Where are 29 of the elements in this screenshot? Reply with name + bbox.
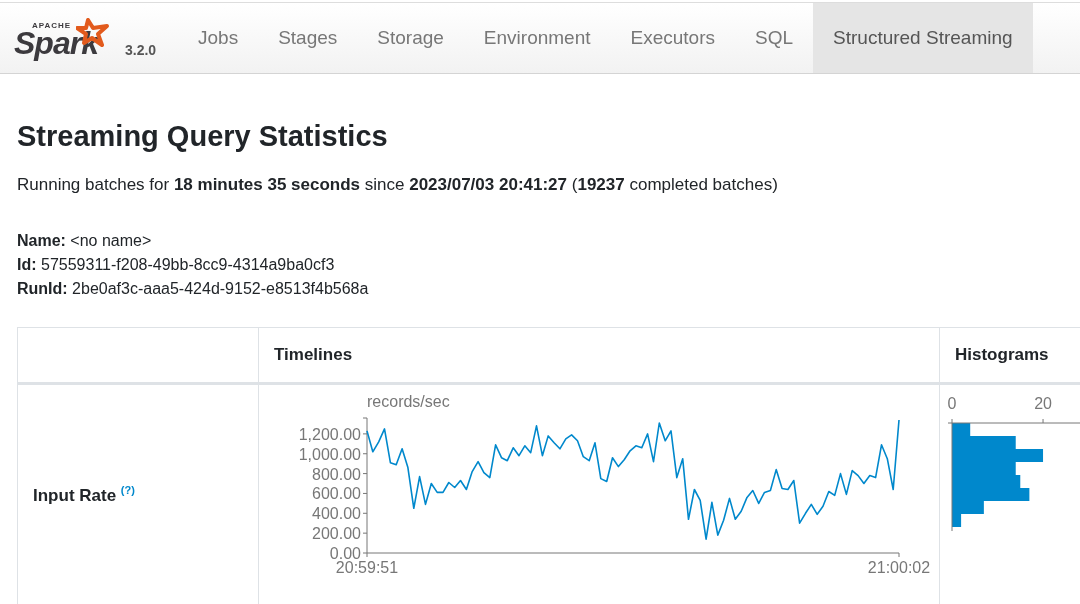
nav-tab[interactable]: Jobs (178, 3, 259, 73)
tick-label: 600.00 (312, 485, 361, 503)
version-label: 3.2.0 (125, 42, 157, 58)
tick-label: 400.00 (312, 505, 361, 523)
nav-tab[interactable]: SQL (735, 3, 814, 73)
row-label: Input Rate $^{(?)}$ (17, 383, 259, 604)
nav-tab[interactable]: Executors (610, 3, 735, 73)
summary-text: Running batches for 18 minutes 35 seconds since 2023/07/03 20:41:27 (19237 completed batches) (17, 175, 779, 195)
tick-label: 0.00 (329, 545, 361, 562)
help-link[interactable]: (?) (120, 484, 135, 497)
tick-label: 800.00 (312, 465, 361, 483)
tick-label: 200.00 (312, 525, 361, 543)
nav-tab[interactable]: Structured Streaming (813, 3, 1033, 73)
tick-label: 1,200.00 (298, 425, 361, 443)
nav-tab[interactable]: Environment (463, 3, 611, 73)
tick-label: 20 (1034, 395, 1052, 412)
page-title: Streaming Query Statistics (17, 120, 389, 153)
detail-line: RunId: 2be0af3c-aaa5-424d-9152-e8513f4b568a (17, 279, 370, 299)
tick-label: 21:00:02 (867, 559, 931, 576)
column-header: Timelines (258, 327, 940, 384)
axis-label: records/sec (367, 393, 450, 410)
nav-tab[interactable]: Stages (258, 3, 358, 73)
tick-label: 20:59:51 (335, 559, 399, 576)
detail-line: Id: 57559311-f208-49bb-8cc9-4314a9ba0cf3 (17, 255, 336, 275)
tick-label: 1,000.00 (298, 445, 361, 463)
nav-tab[interactable]: Storage (357, 3, 464, 73)
detail-line: Name: <no name> (17, 231, 153, 251)
tick-label: 0 (947, 395, 957, 412)
column-header: Histograms (939, 327, 1080, 384)
